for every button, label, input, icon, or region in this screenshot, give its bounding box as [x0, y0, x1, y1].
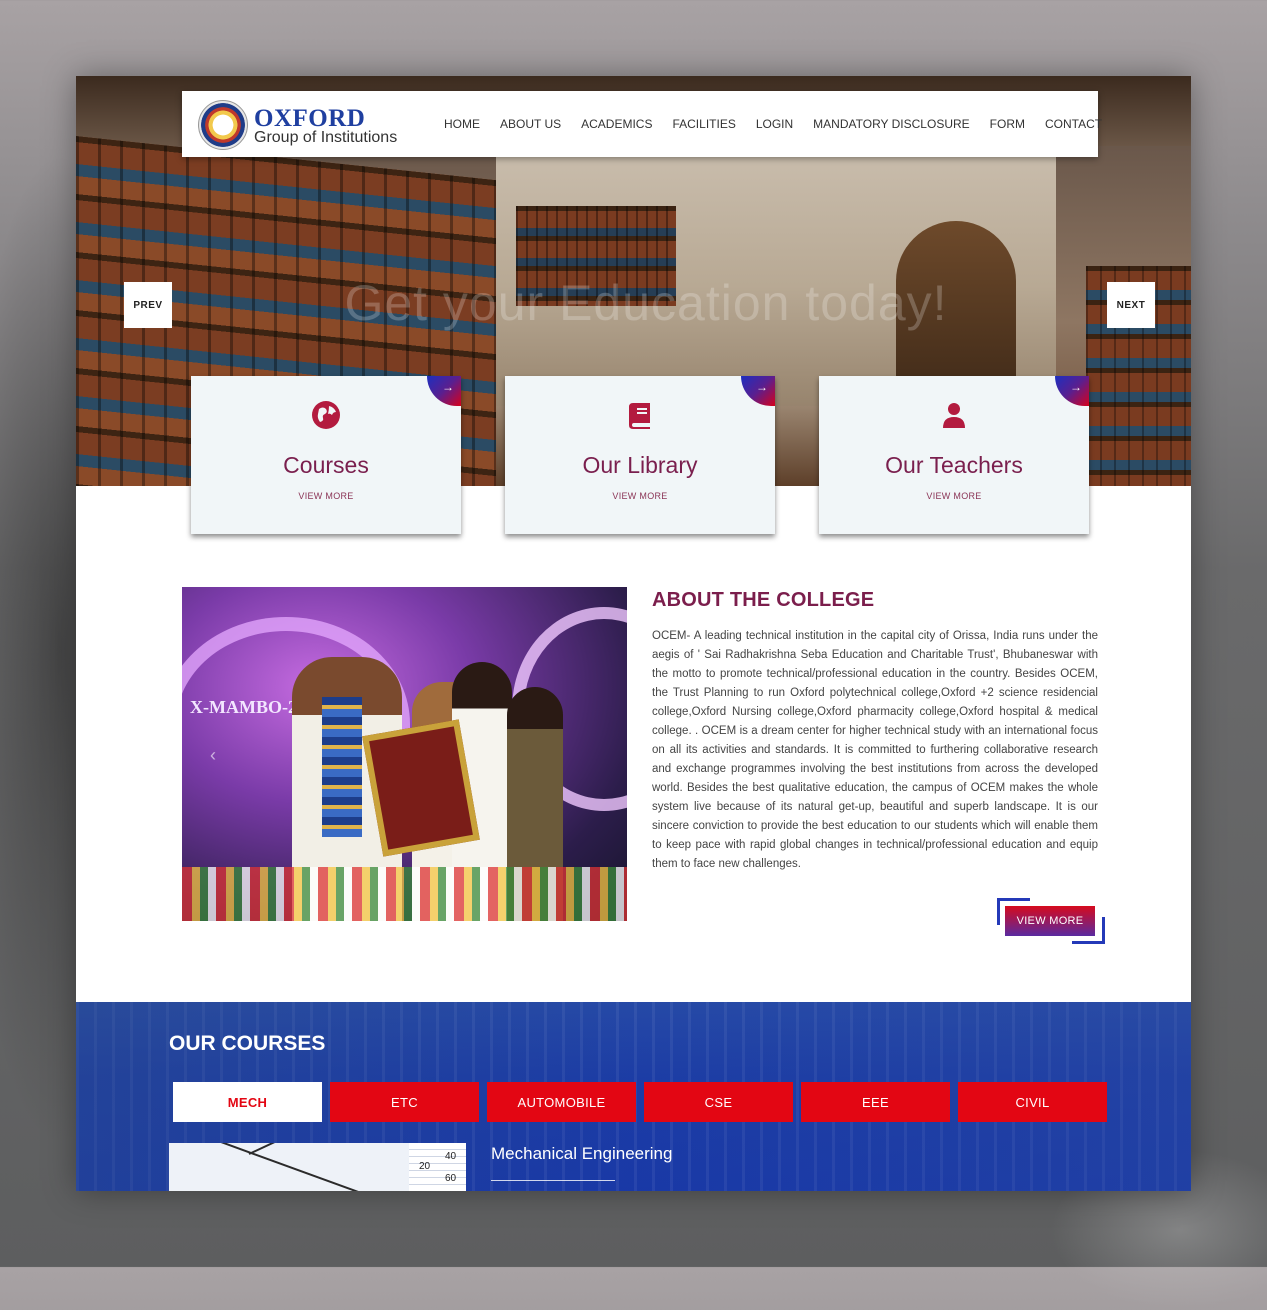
- nav-item-contact[interactable]: CONTACT: [1045, 117, 1102, 131]
- nav-item-home[interactable]: HOME: [444, 117, 480, 131]
- book-icon: [629, 403, 650, 429]
- card-view-more-link[interactable]: VIEW MORE: [505, 491, 775, 501]
- card-corner-arrow-icon[interactable]: →: [1055, 376, 1089, 406]
- user-icon: [943, 403, 965, 428]
- about-paragraph: OCEM- A leading technical institution in…: [652, 630, 1098, 870]
- ruler-number: 60: [445, 1173, 457, 1184]
- feature-card-courses[interactable]: → Courses VIEW MORE: [191, 376, 461, 534]
- courses-title: OUR COURSES: [169, 1032, 326, 1055]
- globe-icon: [312, 401, 340, 429]
- card-title: Our Library: [582, 452, 698, 478]
- nav-item-mandatory-disclosure[interactable]: MANDATORY DISCLOSURE: [813, 117, 969, 131]
- course-tab-cse[interactable]: CSE: [644, 1082, 793, 1122]
- about-view-more-wrapper: VIEW MORE: [997, 898, 1105, 944]
- nav-item-facilities[interactable]: FACILITIES: [672, 117, 735, 131]
- nav-item-about-us[interactable]: ABOUT US: [500, 117, 561, 131]
- courses-section: OUR COURSES MECH ETC AUTOMOBILE CSE EEE …: [76, 1002, 1191, 1191]
- card-title: Courses: [283, 452, 369, 478]
- feature-card-library[interactable]: → Our Library VIEW MORE: [505, 376, 775, 534]
- feature-card-teachers[interactable]: → Our Teachers VIEW MORE: [819, 376, 1089, 534]
- card-view-more-link[interactable]: VIEW MORE: [191, 491, 461, 501]
- photo-flowers: [182, 867, 627, 921]
- about-heading: ABOUT THE COLLEGE: [652, 589, 875, 611]
- drafting-line: [198, 1143, 388, 1191]
- course-tab-eee[interactable]: EEE: [801, 1082, 950, 1122]
- photo-award-frame: [362, 719, 480, 857]
- slider-prev-button[interactable]: PREV: [124, 282, 172, 328]
- photo-scarf: [322, 697, 362, 837]
- nav-item-login[interactable]: LOGIN: [756, 117, 793, 131]
- logo-subtitle: Group of Institutions: [254, 129, 398, 146]
- card-title: Our Teachers: [885, 452, 1023, 478]
- ruler-number: 20: [419, 1161, 431, 1172]
- card-view-more-link[interactable]: VIEW MORE: [819, 491, 1089, 501]
- nav-item-academics[interactable]: ACADEMICS: [581, 117, 652, 131]
- nav-item-form[interactable]: FORM: [990, 117, 1025, 131]
- ruler-number: 40: [445, 1151, 457, 1162]
- course-name: Mechanical Engineering: [491, 1144, 673, 1163]
- photo-chevron-left-icon[interactable]: ‹: [210, 745, 216, 766]
- course-tabs: MECH ETC AUTOMOBILE CSE EEE CIVIL: [173, 1082, 1115, 1122]
- course-tab-civil[interactable]: CIVIL: [958, 1082, 1107, 1122]
- course-tab-automobile[interactable]: AUTOMOBILE: [487, 1082, 636, 1122]
- course-name-underline: [491, 1180, 615, 1181]
- navbar: OXFORD Group of Institutions HOME ABOUT …: [182, 91, 1102, 157]
- course-image: 20 40 60: [169, 1143, 466, 1191]
- logo-emblem-icon[interactable]: [198, 100, 248, 150]
- website-screenshot-frame: Get your Education today! PREV NEXT OXFO…: [76, 76, 1191, 1191]
- drafting-line: [248, 1143, 431, 1155]
- course-tab-mech[interactable]: MECH: [173, 1082, 322, 1122]
- hero-title: Get your Education today!: [344, 275, 948, 331]
- slider-next-button[interactable]: NEXT: [1107, 282, 1155, 328]
- about-view-more-button[interactable]: VIEW MORE: [1005, 906, 1095, 936]
- course-tab-etc[interactable]: ETC: [330, 1082, 479, 1122]
- card-corner-arrow-icon[interactable]: →: [427, 376, 461, 406]
- card-corner-arrow-icon[interactable]: →: [741, 376, 775, 406]
- nav-menu: HOME ABOUT US ACADEMICS FACILITIES LOGIN…: [444, 91, 1122, 157]
- about-college-photo: X-MAMBO-201 ‹: [182, 587, 627, 921]
- ruler: [409, 1143, 466, 1191]
